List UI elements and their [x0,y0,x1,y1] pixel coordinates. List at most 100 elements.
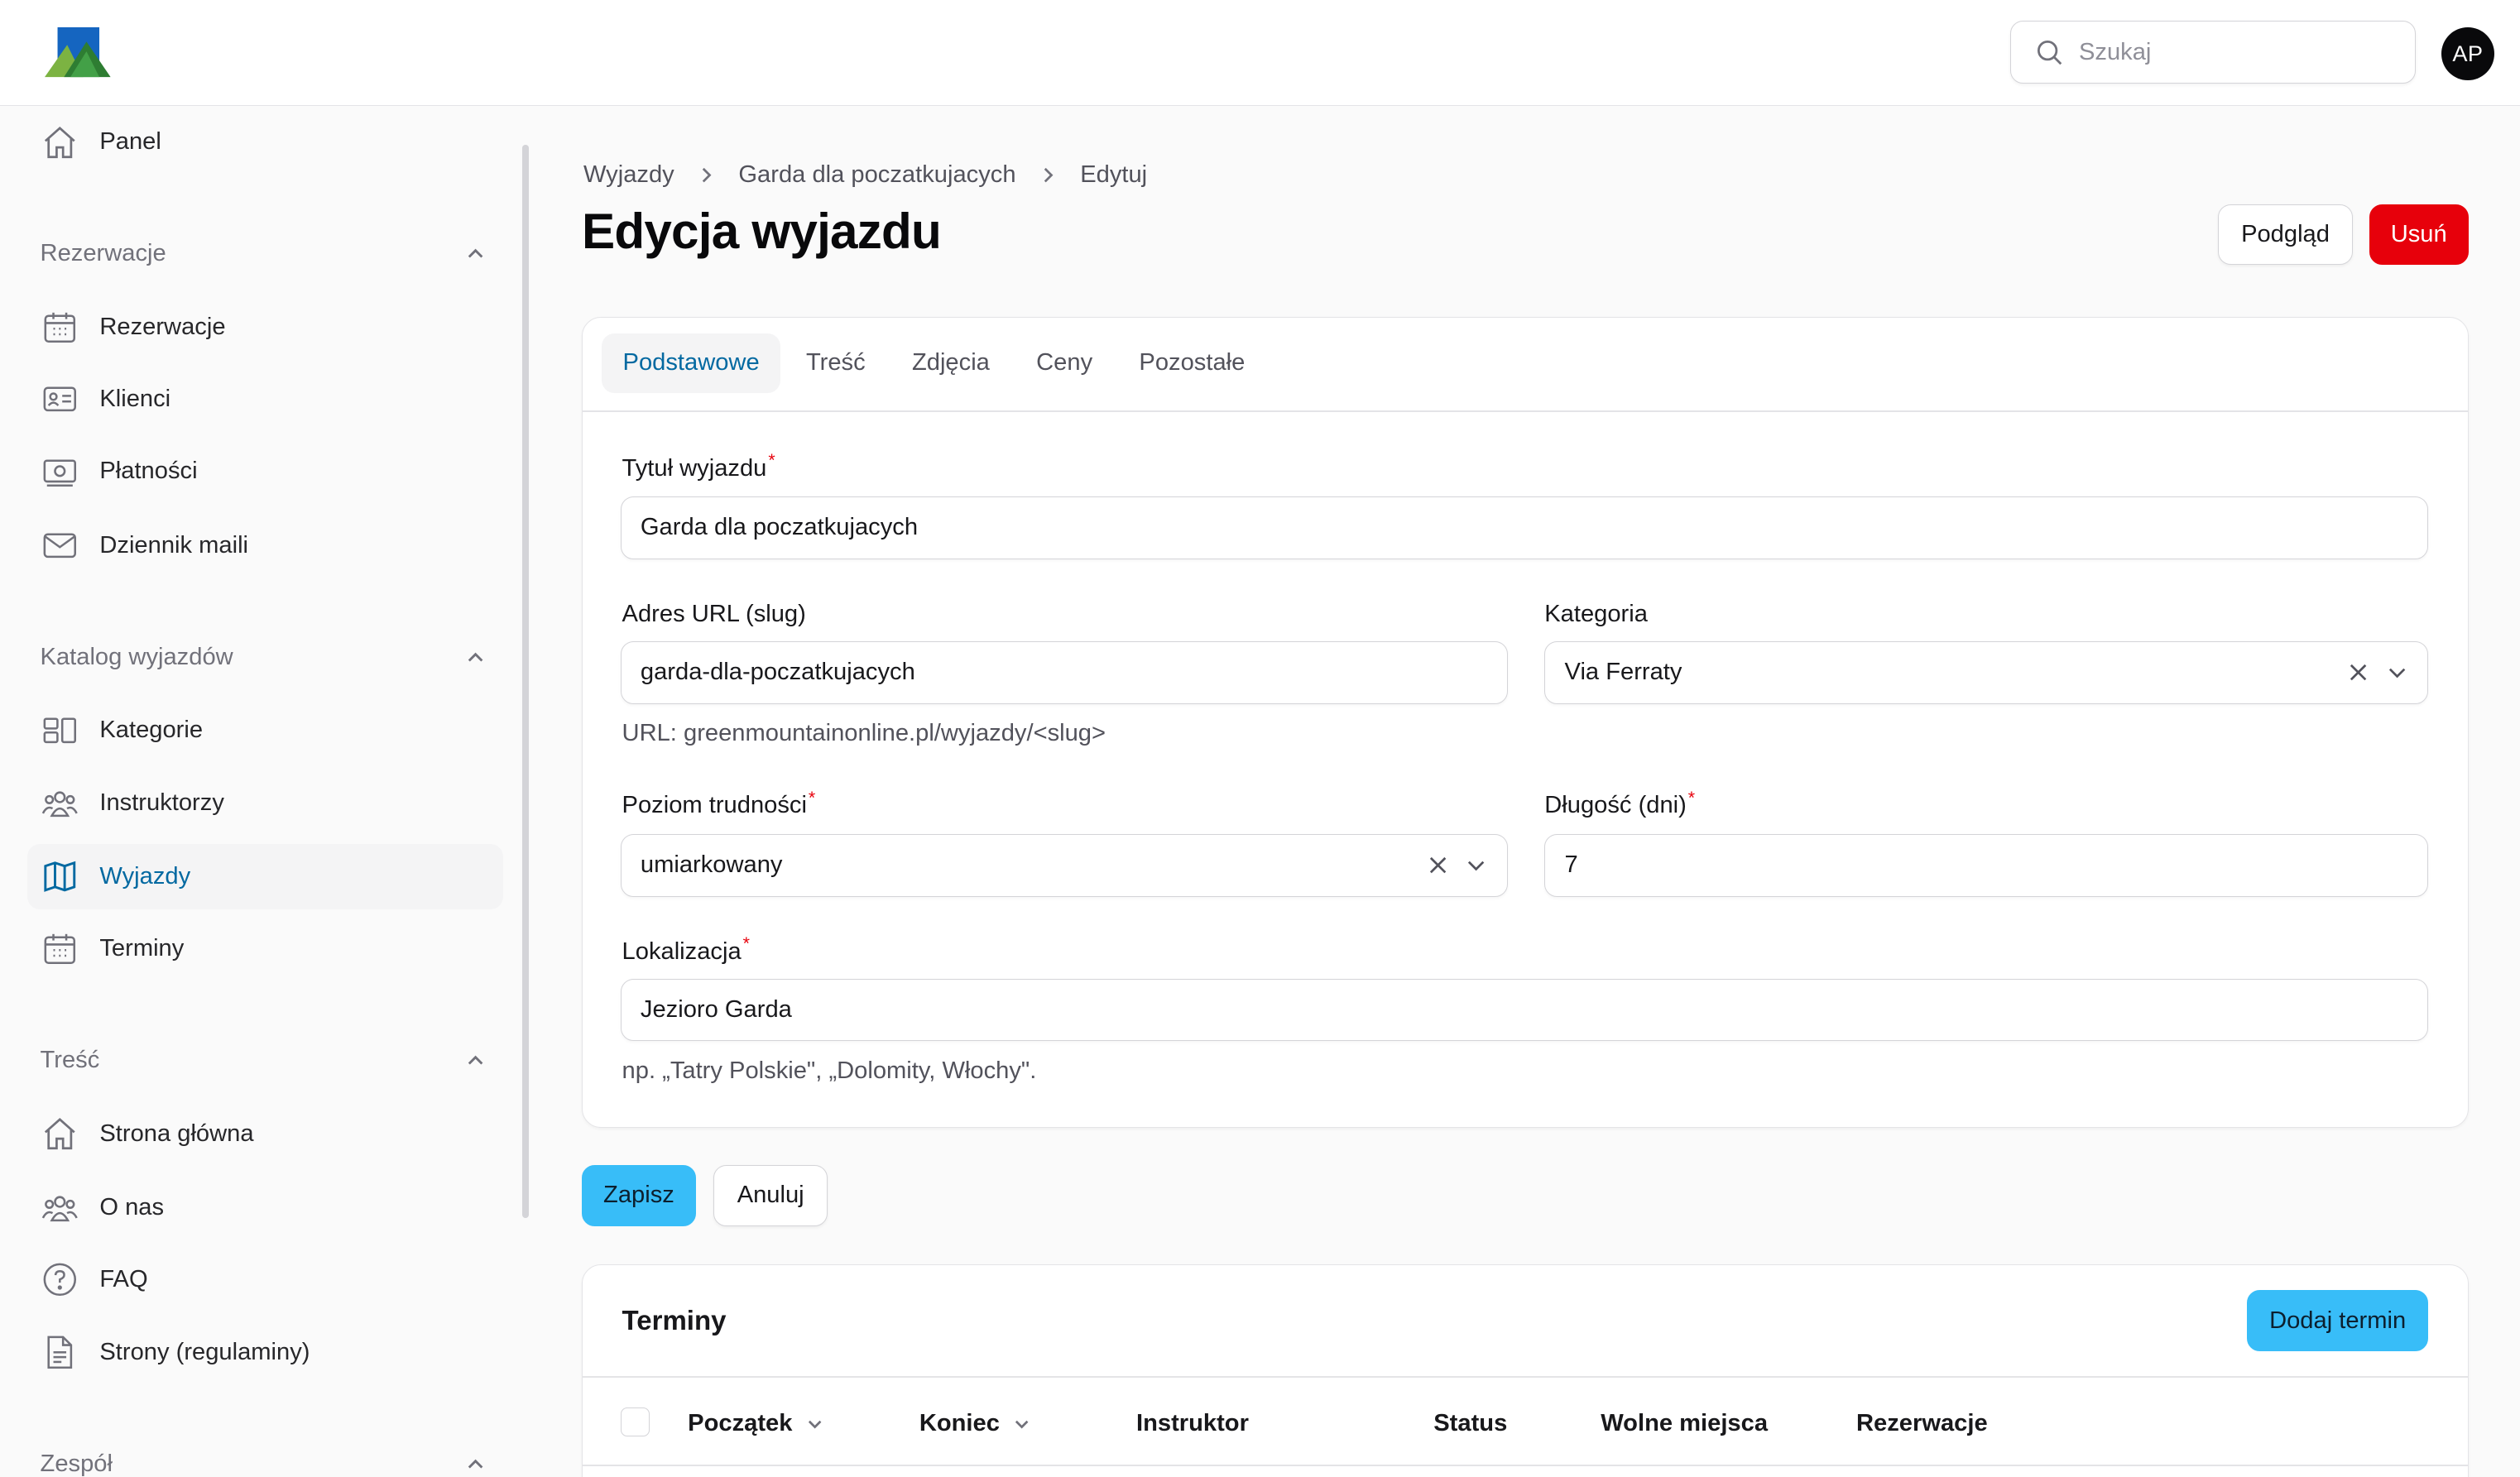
search-box[interactable] [2010,21,2416,84]
difficulty-label-text: Poziom trudności [622,792,807,819]
clear-icon[interactable] [2347,661,2369,683]
tab-ceny[interactable]: Ceny [1015,333,1113,393]
sidebar-group-katalog[interactable]: Katalog wyjazdów [41,638,487,677]
duration-input[interactable]: 7 [1544,833,2429,897]
location-label: Lokalizacja * [622,933,750,966]
column-header-status: Status [1433,1410,1508,1437]
add-term-button[interactable]: Dodaj termin [2246,1290,2429,1352]
sidebar-item-dziennik-maili[interactable]: Dziennik maili [27,512,503,578]
users-group-icon [41,1196,78,1222]
sidebar-item-o-nas[interactable]: O nas [27,1175,503,1241]
tabs: Podstawowe Treść Zdjęcia Ceny Pozostałe [602,333,1270,393]
sidebar-item-strony-regulaminy[interactable]: Strony (regulaminy) [27,1319,503,1385]
slug-hint: URL: greenmountainonline.pl/wyjazdy/<slu… [622,720,1106,747]
sidebar-item-label: Wyjazdy [99,862,191,890]
sidebar-scrollbar[interactable] [522,144,529,1219]
sidebar-item-rezerwacje[interactable]: Rezerwacje [27,294,503,360]
delete-button[interactable]: Usuń [2369,204,2469,266]
sidebar-item-label: Strony (regulaminy) [99,1338,310,1365]
required-mark: * [1687,787,1696,808]
sidebar-group-rezerwacje[interactable]: Rezerwacje [41,235,487,274]
banknote-icon [43,459,76,487]
sidebar-item-wyjazdy[interactable]: Wyjazdy [27,843,503,910]
sidebar-item-strona-glowna[interactable]: Strona główna [27,1101,503,1167]
cancel-button[interactable]: Anuluj [713,1164,828,1226]
clear-icon[interactable] [1427,854,1449,876]
breadcrumb-item-wyjazdy[interactable]: Wyjazdy [583,161,674,189]
difficulty-select[interactable]: umiarkowany [620,833,1508,897]
slug-value: garda-dla-poczatkujacych [640,659,915,686]
select-all-checkbox[interactable] [620,1407,650,1437]
tab-pozostale[interactable]: Pozostałe [1118,333,1265,393]
duration-value: 7 [1564,851,1578,879]
location-label-text: Lokalizacja [622,938,742,966]
preview-button[interactable]: Podgląd [2217,204,2354,266]
sidebar-item-label: Rezerwacje [99,313,226,340]
sidebar-item-kategorie[interactable]: Kategorie [27,698,503,764]
sidebar-item-klienci[interactable]: Klienci [27,367,503,433]
category-label: Kategoria [1544,601,1648,628]
search-input[interactable] [2078,38,2384,66]
sidebar-group-tresc[interactable]: Treść [41,1041,487,1080]
slug-input[interactable]: garda-dla-poczatkujacych [620,640,1508,704]
tab-podstawowe[interactable]: Podstawowe [602,333,780,393]
chevron-down-icon[interactable] [2386,661,2408,683]
sidebar-item-label: Instruktorzy [99,789,224,816]
divider [583,1465,2468,1467]
sidebar-item-label: Terminy [99,935,185,962]
sidebar-item-instruktorzy[interactable]: Instruktorzy [27,770,503,836]
category-select[interactable]: Via Ferraty [1544,640,2429,704]
chevron-right-icon [702,167,712,183]
sidebar-group-label: Zespół [40,1450,113,1477]
column-header-end[interactable]: Koniec [919,1410,1032,1436]
sidebar-group-label: Treść [40,1047,100,1074]
sidebar-item-panel[interactable]: Panel [27,109,503,175]
title-label-text: Tytuł wyjazdu [622,454,767,482]
sidebar-group-label: Rezerwacje [40,240,166,267]
question-circle-icon [43,1264,76,1297]
breadcrumb-separator [1039,165,1058,185]
avatar[interactable]: AP [2441,27,2494,81]
tab-zdjecia[interactable]: Zdjęcia [891,333,1010,393]
location-value: Jezioro Garda [640,996,792,1024]
breadcrumb-item-trip[interactable]: Garda dla poczatkujacych [738,161,1015,189]
column-header-instructor: Instruktor [1135,1410,1249,1437]
sidebar-item-label: Płatności [99,458,198,485]
terms-card [582,1264,2469,1477]
column-header-label: Początek [688,1410,793,1437]
page-title: Edycja wyjazdu [582,203,942,259]
users-group-icon [41,791,78,817]
chevron-up-icon [468,652,483,662]
id-card-icon [43,386,76,412]
location-hint: np. „Tatry Polskie", „Dolomity, Włochy". [622,1057,1037,1084]
column-header-start[interactable]: Początek [688,1410,824,1437]
mountain-logo-icon[interactable] [45,26,113,80]
column-header-reservations: Rezerwacje [1856,1410,1988,1437]
duration-label-text: Długość (dni) [1544,792,1687,819]
category-value: Via Ferraty [1564,659,1682,686]
chevron-right-icon [1044,167,1054,183]
location-input[interactable]: Jezioro Garda [620,978,2429,1042]
search-icon [2037,40,2062,65]
sidebar-group-zespol[interactable]: Zespół [41,1445,487,1477]
save-button[interactable]: Zapisz [582,1164,696,1226]
divider [583,410,2468,413]
breadcrumb-item-edit: Edytuj [1080,161,1148,189]
slug-label: Adres URL (slug) [622,601,806,628]
chevron-down-icon[interactable] [1465,854,1487,876]
tab-tresc[interactable]: Treść [785,333,886,393]
sidebar-item-platnosci[interactable]: Płatności [27,439,503,505]
title-value: Garda dla poczatkujacych [640,514,919,541]
sidebar-item-label: Klienci [99,386,171,413]
home-icon [44,1117,75,1149]
difficulty-label: Poziom trudności * [622,788,816,819]
terms-title: Terminy [622,1304,727,1336]
breadcrumb-separator [697,165,716,185]
title-input[interactable]: Garda dla poczatkujacych [620,496,2429,559]
breadcrumb: Wyjazdy Garda dla poczatkujacych Edytuj [583,159,1147,191]
chevron-up-icon [468,1459,483,1469]
envelope-icon [43,533,76,559]
calendar-icon [44,934,75,965]
sidebar-item-terminy[interactable]: Terminy [27,916,503,982]
sidebar-item-faq[interactable]: FAQ [27,1247,503,1313]
